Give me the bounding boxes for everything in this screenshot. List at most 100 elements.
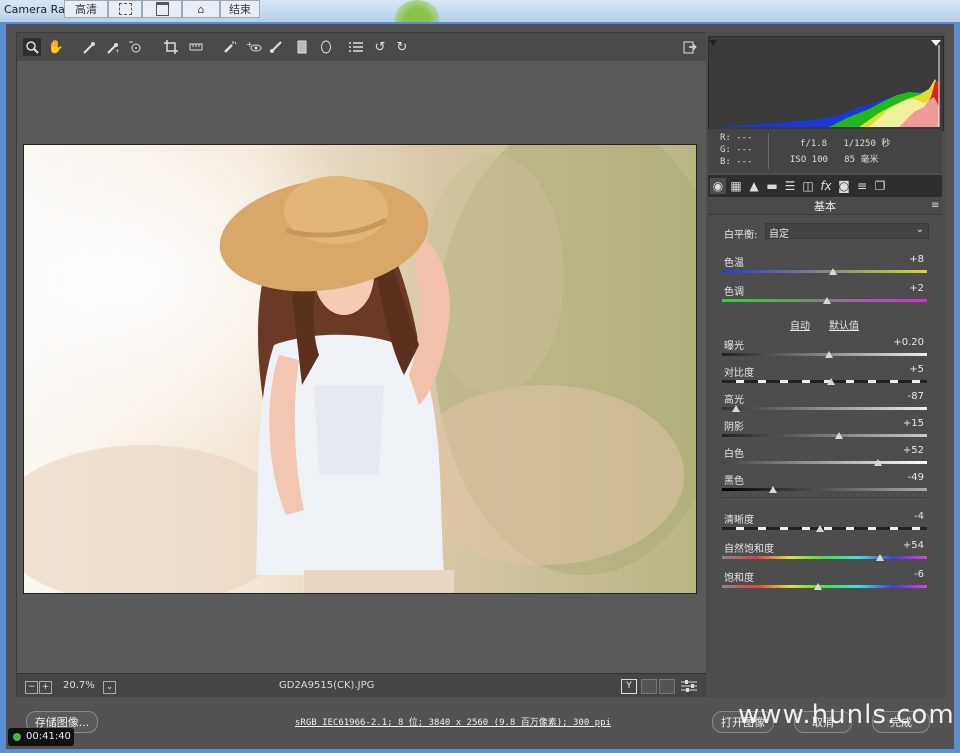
adjustments-panel: R: --- G: --- B: --- f/1.8 1/1250 秒 ISO …: [706, 32, 946, 697]
workflow-options-link[interactable]: sRGB IEC61966-2.1; 8 位; 3840 x 2560 (9.8…: [295, 715, 611, 728]
slider-label: 黑色: [724, 476, 744, 487]
slider-label: 清晰度: [724, 515, 754, 526]
preview-settings-icon[interactable]: [681, 679, 697, 696]
adjustment-brush-icon[interactable]: [267, 38, 285, 56]
slider-value[interactable]: +0.20: [884, 337, 924, 348]
slider-thumb[interactable]: [824, 351, 833, 358]
slider-track[interactable]: [722, 270, 927, 273]
slider-track[interactable]: [722, 380, 927, 383]
graduated-filter-icon[interactable]: [293, 38, 311, 56]
zoom-level: 20.7%: [63, 680, 95, 691]
slider-label: 对比度: [724, 368, 754, 379]
target-adjust-icon[interactable]: [127, 38, 145, 56]
slider-thumb[interactable]: [732, 405, 741, 412]
zoom-in-icon[interactable]: +: [39, 681, 52, 694]
slider-thumb[interactable]: [875, 554, 884, 561]
tab-presets-icon[interactable]: ≡: [854, 178, 870, 194]
slider-label: 高光: [724, 395, 744, 406]
tab-snapshots-icon[interactable]: ❐: [872, 178, 888, 194]
tab-camera-calibration-icon[interactable]: ◙: [836, 178, 852, 194]
slider-label: 色温: [724, 258, 744, 269]
slider-value[interactable]: +2: [884, 283, 924, 294]
timer-text: 00:41:40: [26, 731, 71, 742]
slider-track[interactable]: [722, 585, 927, 588]
slider-label: 色调: [724, 287, 744, 298]
slider-value[interactable]: +54: [884, 540, 924, 551]
tab-fx-icon[interactable]: fx: [818, 178, 834, 194]
slider-track[interactable]: [722, 461, 927, 464]
export-icon[interactable]: [681, 38, 699, 56]
top-tab-select[interactable]: [108, 0, 142, 18]
histogram: [708, 36, 944, 131]
slider-track[interactable]: [722, 407, 927, 410]
top-tab-home[interactable]: ⌂: [182, 0, 220, 18]
tab-hsl-icon[interactable]: ▬: [764, 178, 780, 194]
slider-track[interactable]: [722, 556, 927, 559]
slider-value[interactable]: +5: [884, 364, 924, 375]
list-icon[interactable]: [347, 38, 365, 56]
section-title: 基本: [708, 198, 942, 215]
rgb-b: B: ---: [720, 157, 753, 167]
slider-thumb[interactable]: [816, 525, 825, 532]
radial-filter-icon[interactable]: [317, 38, 335, 56]
panel-menu-icon[interactable]: ≡: [931, 200, 939, 211]
default-link[interactable]: 默认值: [829, 317, 859, 332]
slider-value[interactable]: -6: [884, 569, 924, 580]
photo-preview[interactable]: [23, 144, 697, 594]
tab-detail-icon[interactable]: ▲: [746, 178, 762, 194]
top-tab-hd[interactable]: 高清: [64, 0, 108, 18]
zoom-out-icon[interactable]: −: [25, 681, 38, 694]
slider-value[interactable]: -49: [884, 472, 924, 483]
slider-track[interactable]: [722, 434, 927, 437]
aperture-shutter: f/1.8 1/1250 秒: [800, 139, 891, 149]
chevron-down-icon: ⌄: [915, 224, 924, 235]
crop-icon[interactable]: [162, 38, 180, 56]
spot-removal-icon[interactable]: [221, 38, 239, 56]
white-balance-icon[interactable]: [79, 38, 97, 56]
tab-tone-curve-icon[interactable]: ▦: [728, 178, 744, 194]
slider-thumb[interactable]: [822, 297, 831, 304]
home-icon: ⌂: [197, 2, 205, 16]
slider-thumb[interactable]: [769, 486, 778, 493]
window-titlebar: Camera Ra 高清 ⌂ 结束: [0, 0, 960, 22]
tab-split-toning-icon[interactable]: ☰: [782, 178, 798, 194]
slider-thumb[interactable]: [828, 268, 837, 275]
top-tab-window[interactable]: [142, 0, 182, 18]
rotate-left-icon[interactable]: ↺: [371, 38, 389, 56]
rgb-g: G: ---: [720, 145, 753, 155]
slider-value[interactable]: +15: [884, 418, 924, 429]
divider: [722, 497, 927, 498]
before-after-y-icon[interactable]: Y: [621, 679, 637, 694]
file-name: GD2A9515(CK).JPG: [279, 680, 375, 691]
copy-settings-icon[interactable]: [659, 679, 675, 694]
slider-thumb[interactable]: [834, 432, 843, 439]
straighten-icon[interactable]: [187, 38, 205, 56]
slider-value[interactable]: +8: [884, 254, 924, 265]
top-tab-end[interactable]: 结束: [220, 0, 260, 18]
red-eye-icon[interactable]: +: [245, 38, 263, 56]
swap-settings-icon[interactable]: [641, 679, 657, 694]
tab-lens-icon[interactable]: ◫: [800, 178, 816, 194]
slider-thumb[interactable]: [826, 378, 835, 385]
zoom-dropdown-icon[interactable]: ⌄: [103, 681, 116, 694]
slider-value[interactable]: -4: [884, 511, 924, 522]
zoom-icon[interactable]: [23, 38, 41, 56]
hand-icon[interactable]: ✋: [47, 38, 65, 56]
tab-basic-icon[interactable]: ◉: [710, 178, 726, 194]
white-balance-select[interactable]: 自定 ⌄: [765, 223, 929, 240]
slider-thumb[interactable]: [814, 583, 823, 590]
svg-text:+: +: [115, 48, 119, 54]
slider-value[interactable]: -87: [884, 391, 924, 402]
rgb-r: R: ---: [720, 133, 753, 143]
slider-track[interactable]: [722, 488, 927, 491]
auto-link[interactable]: 自动: [790, 317, 810, 332]
color-sampler-icon[interactable]: +: [103, 38, 121, 56]
slider-label: 曝光: [724, 341, 744, 352]
slider-thumb[interactable]: [873, 459, 882, 466]
white-balance-label: 白平衡:: [724, 230, 758, 241]
slider-track[interactable]: [722, 527, 927, 530]
rotate-right-icon[interactable]: ↻: [393, 38, 411, 56]
slider-value[interactable]: +52: [884, 445, 924, 456]
slider-label: 自然饱和度: [724, 544, 774, 555]
slider-label: 白色: [724, 449, 744, 460]
